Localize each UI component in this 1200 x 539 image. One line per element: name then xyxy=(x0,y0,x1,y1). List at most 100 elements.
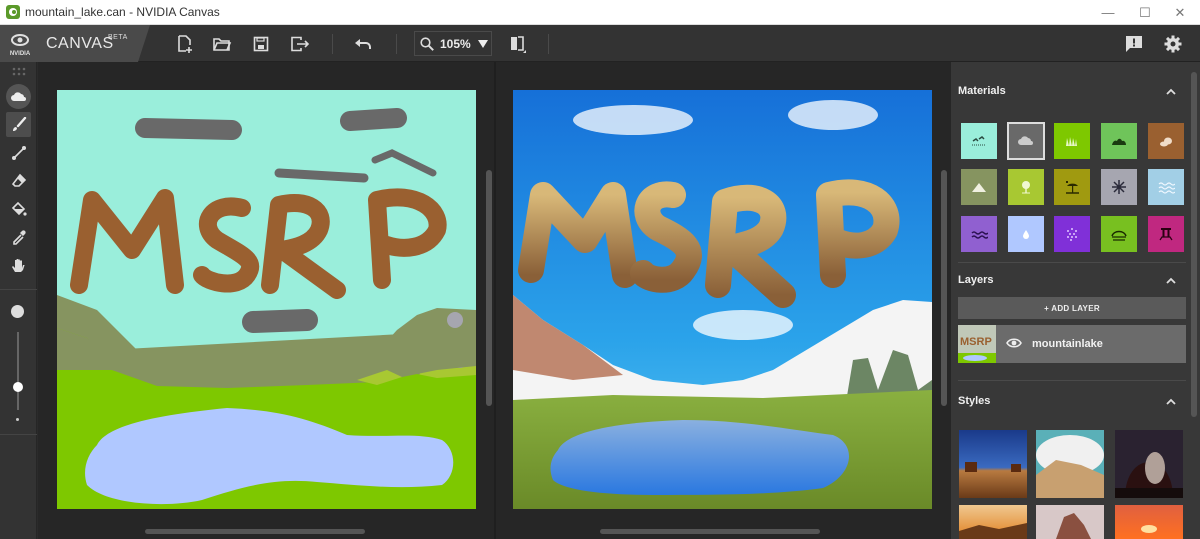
nvidia-logo-icon: NVIDIA xyxy=(10,34,31,57)
layer-item[interactable]: MSRP mountainlake xyxy=(958,325,1186,363)
minimize-button[interactable]: — xyxy=(1088,0,1128,25)
toolbar-separator xyxy=(396,34,397,54)
brand-vendor: NVIDIA xyxy=(10,51,31,57)
svg-text:MSRP: MSRP xyxy=(960,336,992,348)
tool-material[interactable] xyxy=(6,84,31,109)
right-canvas-hscroll[interactable] xyxy=(600,529,820,534)
brand-area: NVIDIA CANVAS BETA xyxy=(0,25,150,62)
tool-brush[interactable] xyxy=(6,112,31,137)
snowflake-icon xyxy=(1112,180,1126,194)
sidebar-scrollbar[interactable] xyxy=(1191,72,1197,417)
export-button[interactable] xyxy=(285,29,315,59)
material-sky[interactable] xyxy=(961,123,997,159)
feedback-icon xyxy=(1126,36,1142,52)
style-thumbnail[interactable] xyxy=(959,505,1027,539)
line-icon xyxy=(11,145,26,160)
close-button[interactable]: ✕ xyxy=(1160,0,1200,25)
toggle-view-button[interactable] xyxy=(503,29,533,59)
maximize-button[interactable]: ☐ xyxy=(1125,0,1165,25)
material-grass[interactable] xyxy=(1054,123,1090,159)
styles-title: Styles xyxy=(958,395,991,407)
window-title: mountain_lake.can - NVIDIA Canvas xyxy=(25,5,220,19)
pillar-icon xyxy=(1159,228,1173,241)
add-layer-button[interactable]: + ADD LAYER xyxy=(958,297,1186,319)
folder-open-icon xyxy=(213,38,232,51)
layer-name: mountainlake xyxy=(1032,338,1103,350)
style-thumbnail[interactable] xyxy=(959,430,1027,498)
gear-icon xyxy=(1164,35,1182,53)
ripples-icon xyxy=(971,231,988,239)
open-file-button[interactable] xyxy=(207,29,237,59)
save-icon xyxy=(253,36,269,52)
material-sea[interactable] xyxy=(1148,169,1184,205)
toolbar-separator xyxy=(548,34,549,54)
pane-divider[interactable] xyxy=(494,62,496,539)
material-snow[interactable] xyxy=(1101,169,1137,205)
material-fog[interactable] xyxy=(1054,216,1090,252)
material-sand[interactable] xyxy=(1054,169,1090,205)
output-image xyxy=(513,90,932,509)
left-canvas-vscroll[interactable] xyxy=(486,170,492,406)
zoom-value: 105% xyxy=(440,36,471,51)
dots-icon xyxy=(1067,228,1077,241)
hand-icon xyxy=(11,258,25,272)
brand-name: CANVAS xyxy=(46,35,114,52)
material-hill[interactable] xyxy=(1101,216,1137,252)
export-icon xyxy=(291,36,310,52)
right-canvas-vscroll[interactable] xyxy=(941,170,947,406)
material-water[interactable] xyxy=(1008,216,1044,252)
brush-icon xyxy=(12,116,26,131)
material-cloud[interactable] xyxy=(1007,122,1045,160)
save-button[interactable] xyxy=(246,29,276,59)
split-view-icon xyxy=(511,36,526,53)
tool-divider xyxy=(0,289,37,290)
main-toolbar: NVIDIA CANVAS BETA 105% xyxy=(0,25,1200,62)
brush-size-handle[interactable] xyxy=(13,381,23,392)
tool-line[interactable] xyxy=(6,140,31,165)
toolbar-separator xyxy=(332,34,333,54)
cloud-icon xyxy=(1018,136,1033,145)
tool-eraser[interactable] xyxy=(6,168,31,193)
eyedropper-icon xyxy=(12,229,26,245)
brush-size-min-icon xyxy=(16,418,19,421)
material-river[interactable] xyxy=(961,216,997,252)
cloud-icon xyxy=(10,91,26,101)
feedback-button[interactable] xyxy=(1119,29,1149,59)
new-file-button[interactable] xyxy=(170,29,200,59)
style-thumbnail[interactable] xyxy=(1115,505,1183,539)
material-mountain[interactable] xyxy=(961,169,997,205)
material-bush[interactable] xyxy=(1101,123,1137,159)
right-sidebar: Materials Layers + ADD LAYER MSRP mounta… xyxy=(950,62,1200,539)
style-thumbnail[interactable] xyxy=(1036,430,1104,498)
material-stone[interactable] xyxy=(1148,216,1184,252)
new-file-icon xyxy=(178,35,192,53)
material-tree[interactable] xyxy=(1008,169,1044,205)
zoom-dropdown[interactable]: 105% xyxy=(414,31,492,56)
styles-collapse-icon[interactable] xyxy=(1164,395,1178,409)
materials-collapse-icon[interactable] xyxy=(1164,85,1178,99)
material-rock[interactable] xyxy=(1148,123,1184,159)
eye-icon[interactable] xyxy=(1006,336,1022,350)
title-bar: mountain_lake.can - NVIDIA Canvas — ☐ ✕ xyxy=(0,0,1200,25)
paint-canvas[interactable] xyxy=(57,90,476,509)
brush-size-slider[interactable] xyxy=(17,332,19,410)
hill-icon xyxy=(1111,230,1127,241)
tool-fill[interactable] xyxy=(6,196,31,221)
tool-pan[interactable] xyxy=(6,252,31,277)
section-divider xyxy=(958,262,1186,263)
left-canvas-hscroll[interactable] xyxy=(145,529,365,534)
style-thumbnail[interactable] xyxy=(1036,505,1104,539)
magnifier-icon xyxy=(420,36,434,51)
undo-button[interactable] xyxy=(348,29,378,59)
beta-badge: BETA xyxy=(108,34,128,41)
rocks-icon xyxy=(1160,137,1172,147)
tool-eyedropper[interactable] xyxy=(6,224,31,249)
layers-collapse-icon[interactable] xyxy=(1164,274,1178,288)
settings-button[interactable] xyxy=(1158,29,1188,59)
grip-icon[interactable] xyxy=(12,67,26,77)
style-thumbnail[interactable] xyxy=(1115,430,1183,498)
mountain-icon xyxy=(972,183,986,192)
paint-bucket-icon xyxy=(11,201,27,216)
grass-icon xyxy=(1066,137,1077,146)
brush-size-max-icon xyxy=(11,305,24,318)
